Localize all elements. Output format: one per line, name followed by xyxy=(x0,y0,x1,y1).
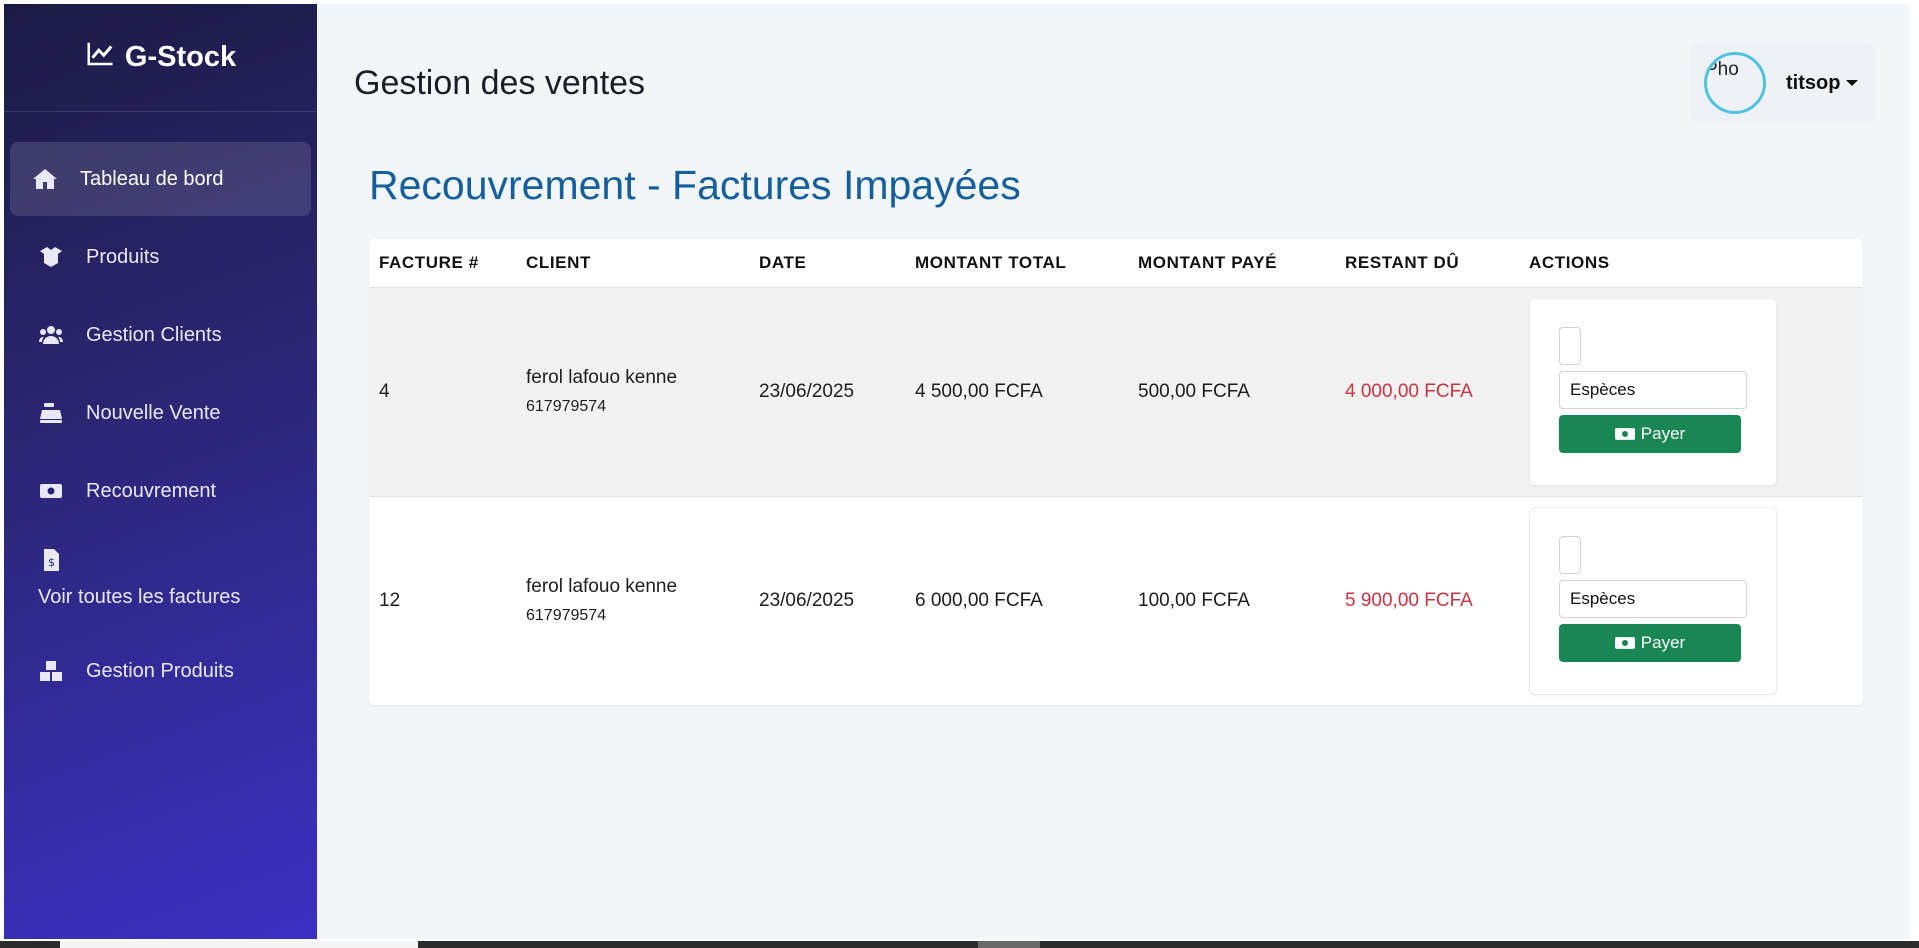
column-header: MONTANT TOTAL xyxy=(905,239,1128,288)
invoice-number: 12 xyxy=(369,495,516,705)
sidebar-item-label: Voir toutes les factures xyxy=(38,586,241,608)
taskbar-strip xyxy=(0,941,1919,948)
paid-amount: 500,00 FCFA xyxy=(1138,380,1250,402)
actions-cell: Espèces Payer xyxy=(1519,287,1863,496)
table-header-row: FACTURE # CLIENT DATE MONTANT TOTAL MONT… xyxy=(369,239,1863,288)
sidebar-item-label: Tableau de bord xyxy=(80,167,224,190)
invoice-number: 4 xyxy=(379,380,390,402)
money-bill-icon xyxy=(38,480,64,502)
avatar[interactable]: Pho xyxy=(1704,52,1766,114)
svg-text:$: $ xyxy=(48,556,55,569)
payment-form: Espèces Payer xyxy=(1529,506,1777,695)
invoices-table: FACTURE # CLIENT DATE MONTANT TOTAL MONT… xyxy=(369,239,1863,705)
pay-button[interactable]: Payer xyxy=(1559,623,1741,662)
sidebar-item-label: Recouvrement xyxy=(86,479,217,502)
section-title: Recouvrement - Factures Impayées xyxy=(369,162,1021,208)
cash-register-icon xyxy=(38,402,64,424)
caret-down-icon xyxy=(1846,80,1859,86)
users-icon xyxy=(38,324,64,346)
column-header: CLIENT xyxy=(516,239,749,288)
brand[interactable]: G-Stock xyxy=(4,4,317,112)
main-content: Gestion des ventes Pho titsop Recouvreme… xyxy=(317,4,1910,939)
sidebar-item-all-invoices[interactable]: $ Voir toutes les factures xyxy=(10,532,311,630)
payment-method-select[interactable]: Espèces xyxy=(1559,370,1747,409)
sidebar-nav: Tableau de bord Produits Gestion Clients… xyxy=(4,112,317,708)
client-name: ferol lafouo kenne xyxy=(526,576,678,598)
client-phone: 617979574 xyxy=(526,398,607,415)
sidebar-item-dashboard[interactable]: Tableau de bord xyxy=(10,142,311,216)
pay-button-label: Payer xyxy=(1640,632,1686,652)
boxes-icon xyxy=(38,660,64,682)
app-window: G-Stock Tableau de bord Produits Gestion… xyxy=(4,4,1910,939)
pay-button-label: Payer xyxy=(1640,423,1686,443)
sidebar-item-new-sale[interactable]: Nouvelle Vente xyxy=(10,376,311,450)
amount-input[interactable] xyxy=(1559,535,1581,574)
total-amount: 6 000,00 FCFA xyxy=(905,495,1128,705)
sidebar-item-products[interactable]: Produits xyxy=(10,220,311,294)
file-invoice-dollar-icon: $ xyxy=(38,549,64,571)
column-header: DATE xyxy=(749,239,905,288)
brand-name: G-Stock xyxy=(124,41,237,73)
sidebar-item-clients[interactable]: Gestion Clients xyxy=(10,298,311,372)
sidebar-item-manage-products[interactable]: Gestion Produits xyxy=(10,634,311,708)
remaining-due: 4 000,00 FCFA xyxy=(1345,380,1473,402)
user-dropdown-toggle[interactable]: titsop xyxy=(1786,71,1859,95)
invoice-date: 23/06/2025 xyxy=(759,380,855,402)
paid-amount: 100,00 FCFA xyxy=(1128,495,1335,705)
home-icon xyxy=(32,168,58,190)
sidebar-item-label: Gestion Produits xyxy=(86,659,234,682)
remaining-due: 5 900,00 FCFA xyxy=(1335,495,1519,705)
invoice-date: 23/06/2025 xyxy=(749,495,905,705)
sidebar: G-Stock Tableau de bord Produits Gestion… xyxy=(4,4,317,939)
user-menu[interactable]: Pho titsop xyxy=(1690,43,1876,123)
pay-button[interactable]: Payer xyxy=(1559,414,1741,453)
column-header: FACTURE # xyxy=(369,239,516,288)
money-bill-icon xyxy=(1614,427,1635,440)
chart-line-icon xyxy=(85,39,115,77)
sidebar-item-label: Nouvelle Vente xyxy=(86,401,221,424)
column-header: ACTIONS xyxy=(1519,239,1863,288)
actions-cell: Espèces Payer xyxy=(1519,495,1863,705)
total-amount: 4 500,00 FCFA xyxy=(915,380,1043,402)
client-phone: 617979574 xyxy=(526,607,607,625)
page-title: Gestion des ventes xyxy=(354,64,646,102)
amount-input[interactable] xyxy=(1559,326,1581,365)
box-open-icon xyxy=(38,246,64,268)
payment-method-select[interactable]: Espèces xyxy=(1559,579,1747,618)
client-name: ferol lafouo kenne xyxy=(526,367,678,388)
taskbar-segment xyxy=(978,941,1040,948)
taskbar-segment xyxy=(60,941,418,948)
client-cell: ferol lafouo kenne 617979574 xyxy=(516,495,749,705)
column-header: MONTANT PAYÉ xyxy=(1128,239,1335,288)
sidebar-item-label: Gestion Clients xyxy=(86,323,222,346)
sidebar-item-recovery[interactable]: Recouvrement xyxy=(10,454,311,528)
client-cell: ferol lafouo kenne 617979574 xyxy=(516,287,749,496)
sidebar-item-label: Produits xyxy=(86,245,160,268)
topbar: Gestion des ventes Pho titsop xyxy=(353,4,1876,162)
username: titsop xyxy=(1786,71,1841,94)
column-header: RESTANT DÛ xyxy=(1335,239,1519,288)
table-row: 12 ferol lafouo kenne 617979574 23/06/20… xyxy=(369,495,1863,705)
payment-form: Espèces Payer xyxy=(1529,297,1777,486)
table-row: 4 ferol lafouo kenne 617979574 23/06/202… xyxy=(369,287,1863,496)
money-bill-icon xyxy=(1614,636,1635,649)
